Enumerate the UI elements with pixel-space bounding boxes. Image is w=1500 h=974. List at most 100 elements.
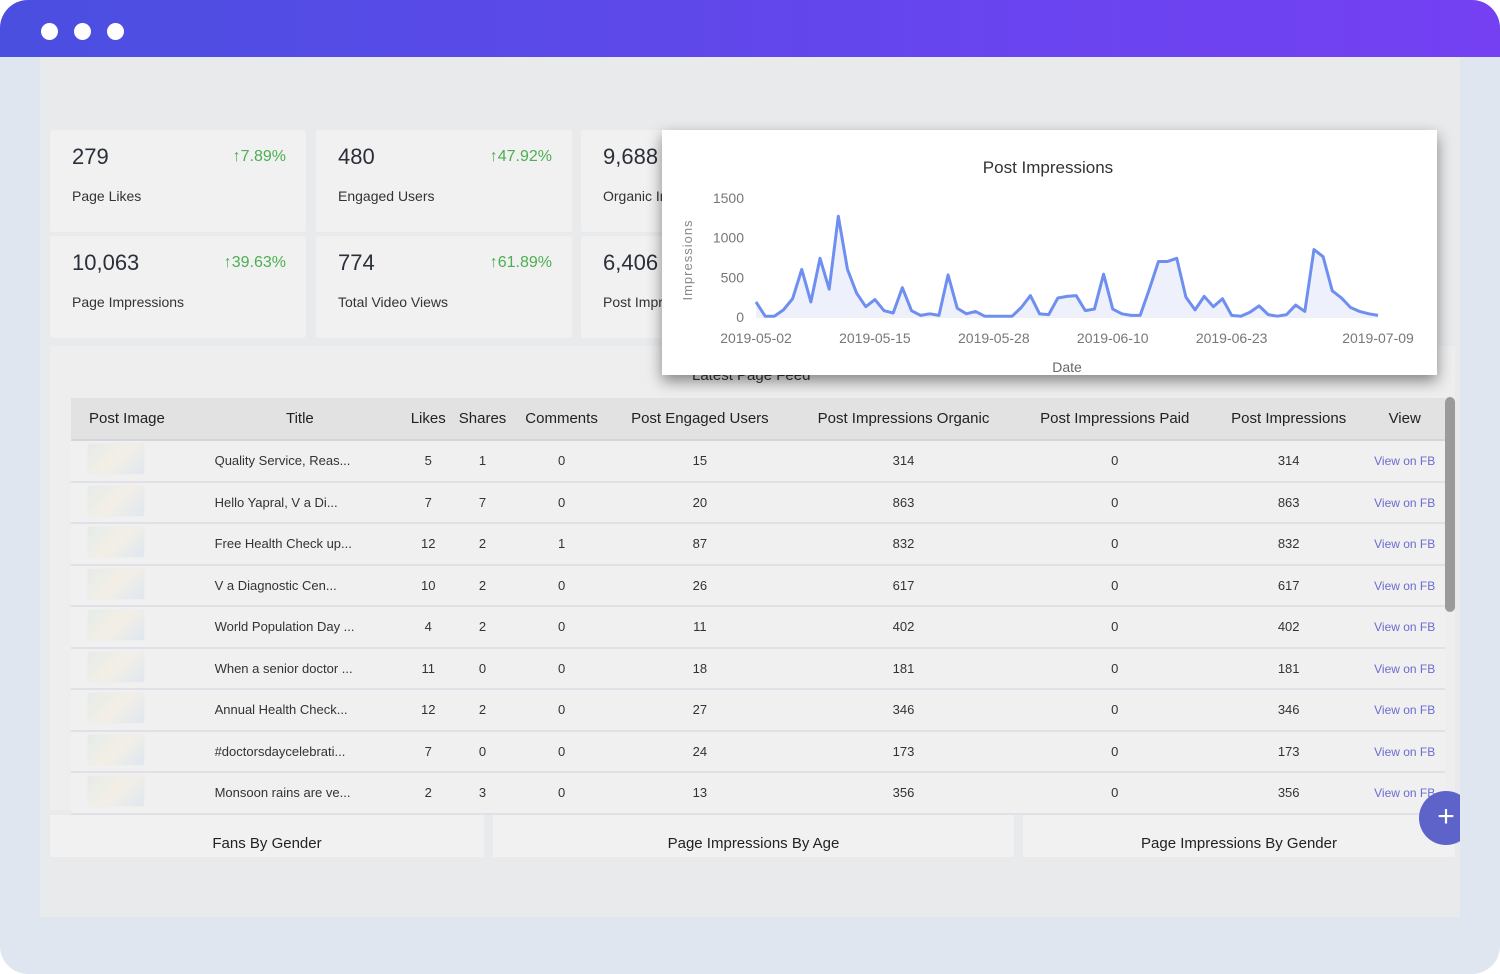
likes-cell: 10 [405,564,452,607]
kpi-label: Engaged Users [338,188,435,204]
table-row: World Population Day ... 4 2 0 11 402 0 402 View… [71,606,1445,649]
table-row: Free Health Check up... 12 2 1 87 832 0 832 View… [71,523,1445,566]
chart-svg: Post Impressions 0 500 1000 1500 2019-05-02 20… [680,158,1414,375]
organic-cell: 346 [790,689,1017,732]
table-row: #doctorsdaycelebrati... 7 0 0 24 173 0 173 View … [71,730,1445,773]
window-dot-icon[interactable] [41,23,58,40]
column-header[interactable]: Likes [405,398,452,441]
organic-cell: 617 [790,564,1017,607]
engaged-cell: 24 [609,730,791,773]
view-cell: View on FB [1364,523,1445,566]
table-row: Monsoon rains are ve... 2 3 0 13 356 0 356 View … [71,772,1445,815]
comments-cell: 0 [513,730,610,773]
comments-cell: 0 [513,606,610,649]
post-impressions-chart: Post Impressions 0 500 1000 1500 2019-05-02 20… [662,130,1437,375]
table-row: Hello Yapral, V a Di... 7 7 0 20 863 0 863 View … [71,481,1445,524]
title-cell: World Population Day ... [194,606,406,649]
column-header[interactable]: Post Impressions [1212,398,1365,441]
post-thumbnail[interactable] [87,609,145,642]
x-tick-label: 2019-06-10 [1077,330,1149,346]
post-thumbnail[interactable] [87,484,145,517]
post-thumbnail[interactable] [87,567,145,600]
kpi-card: 480 ↑47.92% Engaged Users [316,130,572,232]
post-thumbnail[interactable] [87,692,145,725]
engaged-cell: 87 [609,523,791,566]
impressions-cell: 346 [1212,689,1365,732]
engaged-cell: 11 [609,606,791,649]
organic-cell: 402 [790,606,1017,649]
column-header[interactable]: Title [194,398,406,441]
column-header[interactable]: Post Engaged Users [609,398,791,441]
column-header[interactable]: Post Impressions Organic [790,398,1017,441]
shares-cell: 1 [451,440,514,483]
kpi-change: ↑61.89% [489,254,552,271]
organic-cell: 356 [790,772,1017,815]
post-thumbnail[interactable] [87,443,145,476]
post-image-cell [71,523,195,566]
comments-cell: 0 [513,647,610,690]
paid-cell: 0 [1016,481,1213,524]
column-header[interactable]: Post Impressions Paid [1016,398,1213,441]
view-on-fb-link[interactable]: View on FB [1374,579,1435,593]
post-image-cell [71,564,195,607]
view-on-fb-link[interactable]: View on FB [1374,496,1435,510]
kpi-value: 6,406 [603,250,659,275]
view-on-fb-link[interactable]: View on FB [1374,662,1435,676]
likes-cell: 2 [405,772,452,815]
shares-cell: 2 [451,689,514,732]
kpi-value: 10,063 [72,250,140,275]
window-dot-icon[interactable] [74,23,91,40]
table-scrollbar[interactable] [1445,397,1455,612]
view-on-fb-link[interactable]: View on FB [1374,745,1435,759]
likes-cell: 11 [405,647,452,690]
latest-page-feed: Post Image Title Likes Shares Comments Post E… [50,346,1455,815]
column-header[interactable]: View [1364,398,1445,441]
view-cell: View on FB [1364,481,1445,524]
engaged-cell: 15 [609,440,791,483]
likes-cell: 12 [405,523,452,566]
kpi-label: Page Impressions [72,294,185,310]
app-window: 279 ↑7.89% Page Likes 480 ↑47.92% Engaged Use… [0,0,1500,974]
kpi-value: 9,688 [603,144,659,169]
plus-icon: + [1437,800,1455,833]
shares-cell: 3 [451,772,514,815]
view-on-fb-link[interactable]: View on FB [1374,703,1435,717]
post-thumbnail[interactable] [87,775,145,808]
column-header[interactable]: Post Image [71,398,195,441]
view-cell: View on FB [1364,730,1445,773]
table-row: Annual Health Check... 12 2 0 27 346 0 346 View … [71,689,1445,732]
x-tick-label: 2019-05-15 [839,330,911,346]
kpi-label: Total Video Views [338,294,448,310]
post-image-cell [71,440,195,483]
comments-cell: 0 [513,564,610,607]
shares-cell: 7 [451,481,514,524]
shares-cell: 2 [451,564,514,607]
post-thumbnail[interactable] [87,650,145,683]
engaged-cell: 20 [609,481,791,524]
post-thumbnail[interactable] [87,733,145,766]
area-fill [756,216,1378,317]
engaged-cell: 27 [609,689,791,732]
impressions-by-gender-card: Page Impressions By Gender [1023,815,1455,857]
view-on-fb-link[interactable]: View on FB [1374,620,1435,634]
x-tick-label: 2019-07-09 [1342,330,1414,346]
paid-cell: 0 [1016,647,1213,690]
impressions-cell: 181 [1212,647,1365,690]
view-on-fb-link[interactable]: View on FB [1374,454,1435,468]
column-header[interactable]: Shares [451,398,514,441]
kpi-card: 10,063 ↑39.63% Page Impressions [50,236,306,338]
view-cell: View on FB [1364,689,1445,732]
view-on-fb-link[interactable]: View on FB [1374,537,1435,551]
impressions-cell: 173 [1212,730,1365,773]
window-dot-icon[interactable] [107,23,124,40]
x-tick-label: 2019-05-28 [958,330,1030,346]
organic-cell: 863 [790,481,1017,524]
column-header[interactable]: Comments [513,398,610,441]
title-cell: Annual Health Check... [194,689,406,732]
comments-cell: 0 [513,772,610,815]
impressions-cell: 402 [1212,606,1365,649]
kpi-value: 279 [72,144,109,169]
comments-cell: 1 [513,523,610,566]
post-thumbnail[interactable] [87,526,145,559]
title-bar [0,0,1500,57]
